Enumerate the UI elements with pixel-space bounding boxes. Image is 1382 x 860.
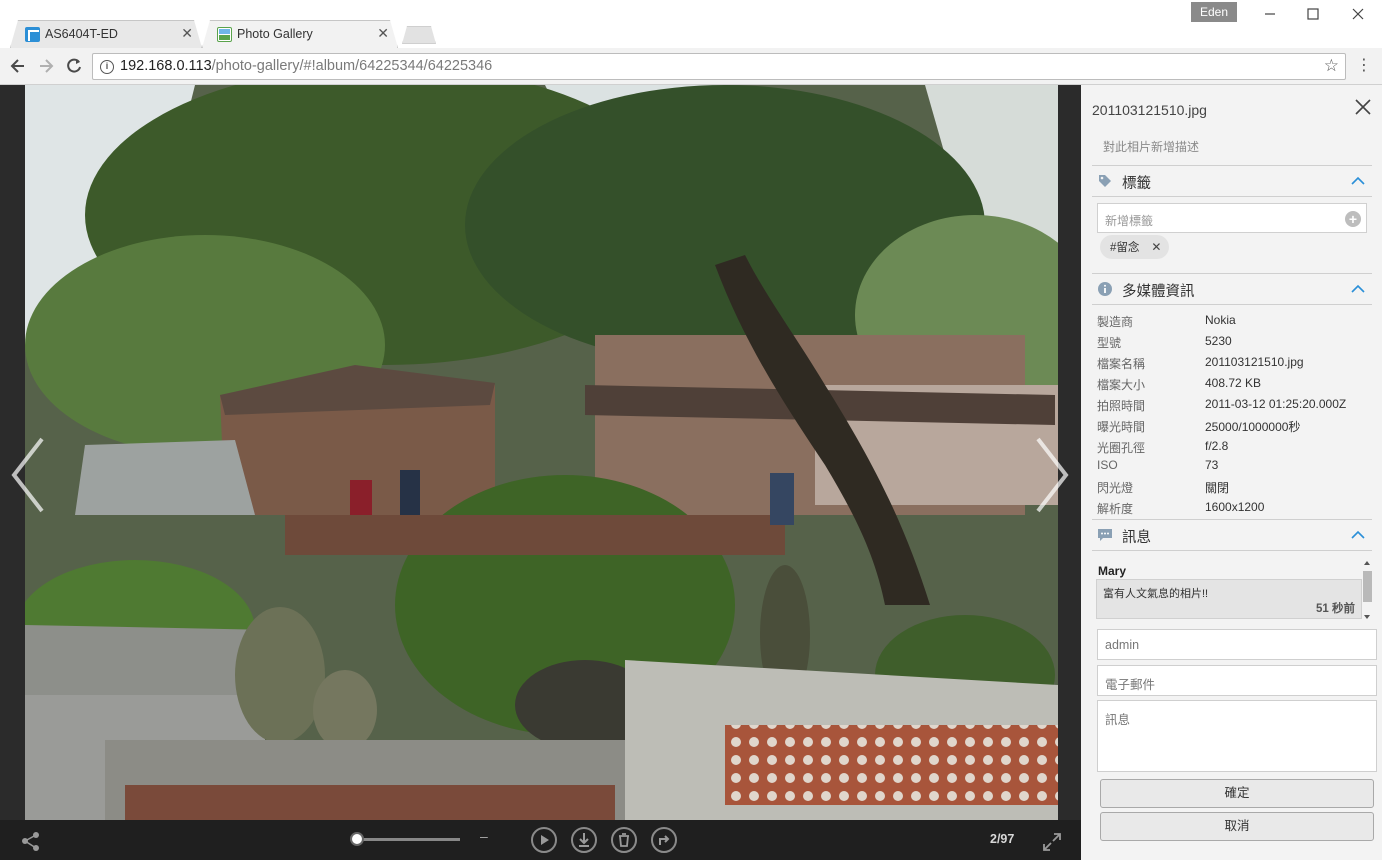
new-tab-button[interactable]	[402, 26, 436, 44]
tab-as6404t[interactable]: AS6404T-ED ✕	[10, 20, 202, 48]
add-description-field[interactable]: 對此相片新增描述	[1103, 138, 1199, 155]
reload-button[interactable]	[64, 56, 84, 76]
photo-filename: 201103121510.jpg	[1092, 102, 1207, 118]
messages-section-title: 訊息	[1122, 530, 1151, 546]
message-author: Mary	[1098, 564, 1127, 578]
photo-viewer: – 2/97	[0, 85, 1081, 860]
add-tag-plus-icon[interactable]: +	[1345, 211, 1361, 227]
fullscreen-icon[interactable]	[1040, 830, 1064, 854]
chevron-right-icon	[1036, 437, 1069, 513]
tab-photo-gallery[interactable]: Photo Gallery ✕	[202, 20, 398, 48]
cancel-button[interactable]: 取消	[1100, 812, 1374, 841]
download-button[interactable]	[571, 827, 597, 853]
browser-titlebar: AS6404T-ED ✕ Photo Gallery ✕ Eden	[0, 0, 1382, 48]
media-info-section-header[interactable]: 多媒體資訊	[1092, 273, 1372, 305]
download-icon	[579, 833, 589, 847]
message-bubble: 富有人文氣息的相片!! 51 秒前	[1096, 579, 1362, 619]
rotate-icon	[659, 835, 670, 845]
slider-separator: –	[480, 828, 488, 844]
back-button[interactable]	[8, 56, 28, 76]
forward-button[interactable]	[36, 56, 56, 76]
minimize-icon	[1265, 13, 1275, 15]
site-info-icon[interactable]: i	[100, 60, 114, 74]
trash-icon	[619, 833, 629, 847]
tab-title: AS6404T-ED	[45, 27, 118, 41]
address-bar[interactable]: i 192.168.0.113/photo-gallery/#!album/64…	[92, 53, 1346, 80]
share-icon[interactable]	[20, 830, 42, 852]
remove-tag-icon[interactable]: ✕	[1151, 240, 1161, 254]
back-arrow-icon	[10, 59, 24, 73]
forward-arrow-icon	[40, 59, 54, 73]
asustor-favicon-icon	[25, 27, 40, 42]
minimize-button[interactable]	[1259, 4, 1281, 24]
close-icon	[1352, 8, 1364, 20]
media-info-section-title: 多媒體資訊	[1122, 284, 1195, 300]
bookmark-star-icon[interactable]: ☆	[1324, 56, 1339, 76]
message-timestamp: 51 秒前	[1316, 603, 1355, 615]
email-field[interactable]: 電子郵件	[1097, 665, 1377, 696]
photo-image	[25, 85, 1058, 820]
browser-menu-icon[interactable]: ⋮	[1356, 56, 1372, 76]
close-icon	[1355, 99, 1371, 115]
chevron-up-icon[interactable]	[1350, 173, 1366, 189]
tags-section-header[interactable]: 標籤	[1092, 165, 1372, 197]
play-slideshow-button[interactable]	[531, 827, 557, 853]
name-field[interactable]: admin	[1097, 629, 1377, 660]
tab-close-icon[interactable]: ✕	[377, 25, 389, 42]
messages-scrollbar[interactable]	[1361, 559, 1373, 621]
play-icon	[541, 835, 549, 845]
slideshow-speed-slider[interactable]	[356, 838, 460, 841]
message-text: 富有人文氣息的相片!!	[1103, 588, 1209, 600]
url-text[interactable]: 192.168.0.113/photo-gallery/#!album/6422…	[120, 58, 492, 74]
message-textarea[interactable]: 訊息	[1097, 700, 1377, 772]
messages-section-header[interactable]: 訊息	[1092, 519, 1372, 551]
maximize-icon	[1307, 8, 1319, 20]
chat-bubble-icon	[1098, 529, 1112, 541]
reload-icon	[67, 58, 81, 73]
delete-button[interactable]	[611, 827, 637, 853]
message-item: Mary 富有人文氣息的相片!! 51 秒前	[1096, 558, 1364, 622]
chevron-up-icon[interactable]	[1350, 527, 1366, 543]
tag-icon	[1099, 175, 1111, 187]
confirm-button[interactable]: 確定	[1100, 779, 1374, 808]
previous-photo-button[interactable]	[8, 435, 48, 515]
profile-badge[interactable]: Eden	[1191, 2, 1237, 22]
chevron-left-icon	[11, 437, 44, 513]
next-photo-button[interactable]	[1032, 435, 1072, 515]
chevron-up-icon[interactable]	[1350, 281, 1366, 297]
photo-info-panel: 201103121510.jpg 對此相片新增描述 標籤 新增標籤 + #留念 ✕…	[1081, 85, 1382, 860]
close-window-button[interactable]	[1347, 4, 1369, 24]
close-panel-button[interactable]	[1353, 97, 1373, 117]
tags-section-title: 標籤	[1122, 176, 1151, 192]
photo-counter: 2/97	[990, 832, 1015, 846]
tag-chip[interactable]: #留念 ✕	[1100, 235, 1170, 259]
tab-title: Photo Gallery	[237, 27, 313, 41]
viewer-control-bar: – 2/97	[0, 820, 1081, 860]
tab-close-icon[interactable]: ✕	[181, 25, 193, 42]
slider-handle[interactable]	[350, 832, 364, 846]
add-tag-input[interactable]: 新增標籤 +	[1097, 203, 1367, 233]
rotate-button[interactable]	[651, 827, 677, 853]
maximize-button[interactable]	[1302, 4, 1324, 24]
browser-toolbar: i 192.168.0.113/photo-gallery/#!album/64…	[0, 48, 1382, 85]
photo-gallery-favicon-icon	[217, 27, 232, 42]
info-circle-icon	[1098, 282, 1112, 296]
